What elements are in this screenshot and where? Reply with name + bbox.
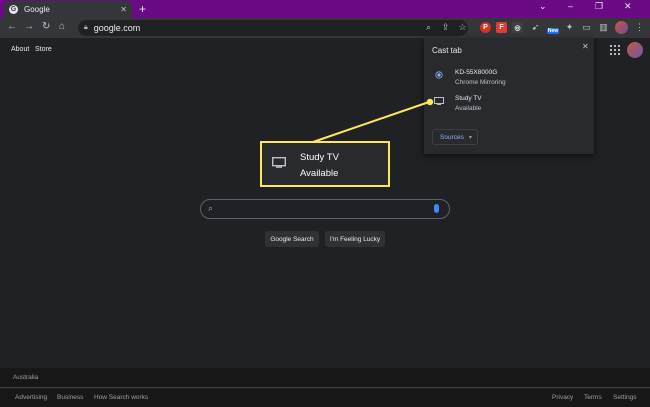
cast-icon[interactable]: ▭ [581, 22, 592, 33]
extension-icon[interactable]: ➹ [530, 22, 541, 33]
tab-close-icon[interactable]: ✕ [120, 5, 127, 14]
feeling-lucky-button[interactable]: I'm Feeling Lucky [325, 231, 385, 247]
zoom-icon[interactable]: ⌕ [423, 22, 434, 33]
extension-icon[interactable]: ◎ [512, 22, 523, 33]
microphone-icon[interactable] [434, 204, 439, 213]
browser-toolbar: ← → ↻ ⌂ 🔒︎ google.com ⌕ ⇪ ☆ P F ◎ ➹ New … [0, 18, 650, 38]
footer-country: Australia [13, 374, 39, 381]
screenshot-root: G Google ✕ + ⌄ – ❐ ✕ ← → ↻ ⌂ 🔒︎ google.c… [0, 0, 650, 407]
footer-link-advertising[interactable]: Advertising [15, 394, 47, 401]
sources-label: Sources [440, 133, 464, 141]
tab-search-icon[interactable]: ⌄ [539, 1, 547, 12]
account-avatar[interactable] [627, 42, 643, 58]
new-tab-button[interactable]: + [139, 2, 146, 16]
chevron-down-icon: ▾ [468, 134, 472, 141]
reload-icon[interactable]: ↻ [42, 21, 50, 32]
cast-dialog-title: Cast tab [432, 46, 462, 55]
search-input[interactable]: ⌕ [200, 199, 450, 219]
tv-icon [434, 97, 444, 105]
study-tv-callout: Study TV Available [260, 141, 390, 187]
url-text: google.com [93, 23, 141, 33]
search-icon: ⌕ [208, 203, 214, 213]
share-icon[interactable]: ⇪ [440, 22, 451, 33]
cast-device-kd55x8000g[interactable]: KD-55X8000G Chrome Mirroring [434, 69, 584, 89]
profile-avatar[interactable] [615, 21, 628, 34]
lock-icon: 🔒︎ [84, 24, 88, 31]
callout-device-status: Available [300, 168, 339, 179]
back-icon[interactable]: ← [7, 21, 17, 32]
pinterest-extension-icon[interactable]: P [480, 22, 491, 33]
footer-link-business[interactable]: Business [57, 394, 83, 401]
footer-link-privacy[interactable]: Privacy [552, 394, 573, 401]
close-window-button[interactable]: ✕ [624, 1, 632, 12]
store-link[interactable]: Store [35, 46, 52, 53]
extensions-puzzle-icon[interactable]: ✦ [564, 22, 575, 33]
cast-dialog-close-icon[interactable]: ✕ [582, 42, 589, 51]
device-status: Chrome Mirroring [455, 79, 506, 86]
forward-icon[interactable]: → [24, 21, 34, 32]
device-status: Available [455, 105, 482, 112]
google-favicon-icon: G [9, 5, 18, 14]
cast-tab-dialog: Cast tab ✕ KD-55X8000G Chrome Mirroring … [424, 38, 594, 154]
tab-google[interactable]: G Google ✕ [4, 1, 132, 18]
tv-icon [272, 157, 286, 168]
bookmark-star-icon[interactable]: ☆ [457, 22, 468, 33]
maximize-button[interactable]: ❐ [595, 1, 603, 12]
about-link[interactable]: About [11, 46, 29, 53]
google-apps-icon[interactable] [610, 45, 620, 55]
device-name: Study TV [455, 95, 482, 102]
tab-strip: G Google ✕ + ⌄ – ❐ ✕ [0, 0, 650, 18]
footer-links-bar: Advertising Business How Search works Pr… [0, 389, 650, 407]
footer-country-bar: Australia [0, 368, 650, 388]
sidebar-icon[interactable]: ▥ [598, 22, 609, 33]
cast-active-icon [435, 71, 443, 79]
tab-title: Google [24, 5, 50, 14]
home-icon[interactable]: ⌂ [59, 21, 65, 32]
footer-link-settings[interactable]: Settings [613, 394, 637, 401]
cast-device-study-tv[interactable]: Study TV Available [434, 95, 584, 115]
minimize-button[interactable]: – [568, 1, 573, 11]
address-bar[interactable]: 🔒︎ google.com [78, 20, 468, 36]
google-search-button[interactable]: Google Search [265, 231, 319, 247]
red-extension-icon[interactable]: F [496, 22, 507, 33]
new-badge: New [547, 28, 559, 34]
menu-icon[interactable]: ⋮ [634, 22, 645, 33]
callout-device-name: Study TV [300, 152, 339, 163]
sources-dropdown[interactable]: Sources ▾ [432, 129, 478, 145]
footer-link-how-search-works[interactable]: How Search works [94, 394, 148, 401]
footer-link-terms[interactable]: Terms [584, 394, 602, 401]
device-name: KD-55X8000G [455, 69, 498, 76]
